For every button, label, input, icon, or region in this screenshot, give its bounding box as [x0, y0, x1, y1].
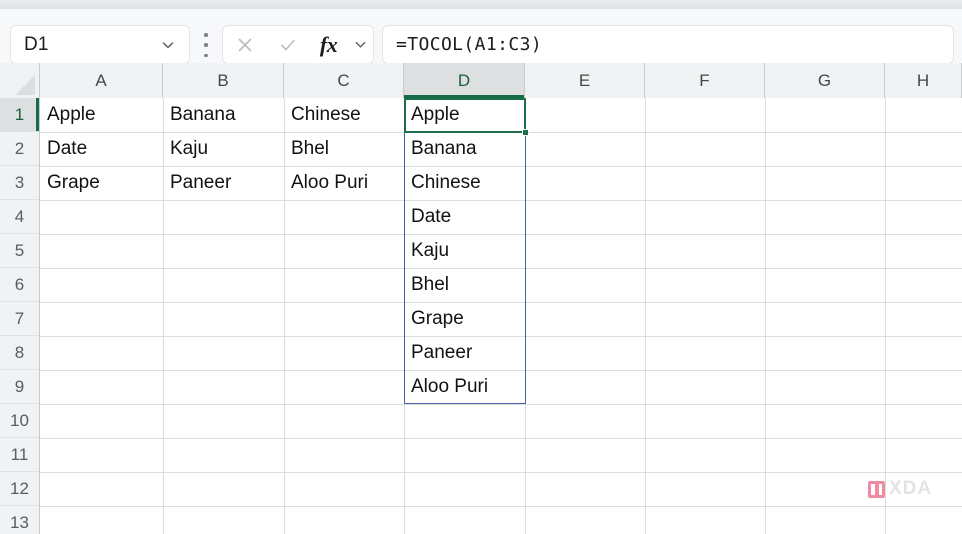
worksheet-grid: ABCDEFGH 1 2 3 4 5 6 7 8 9 10 11 12 13 Apple Banana Ch…: [0, 63, 962, 534]
formula-actions-group: fx: [222, 25, 374, 64]
column-header-e[interactable]: E: [525, 63, 645, 98]
gridline-horizontal: [40, 404, 962, 405]
cell-c3[interactable]: Aloo Puri: [284, 166, 404, 200]
row-header-label: 12: [10, 478, 29, 498]
row-header-label: 3: [14, 172, 25, 192]
cell-a2[interactable]: Date: [40, 132, 163, 166]
cell-b1[interactable]: Banana: [163, 98, 284, 132]
xda-watermark: XDA: [868, 478, 932, 500]
row-header-label: 10: [10, 410, 29, 430]
column-headers: A B C D E F G H: [0, 63, 962, 98]
gridline-vertical: [525, 98, 526, 534]
row-header-label: 7: [14, 308, 25, 328]
formula-input[interactable]: =TOCOL(A1:C3): [382, 25, 954, 64]
kebab-menu-icon[interactable]: [199, 33, 213, 57]
row-header-8[interactable]: 8: [0, 336, 39, 370]
cell-b3[interactable]: Paneer: [163, 166, 284, 200]
column-header-b[interactable]: B: [163, 63, 284, 98]
cancel-x-icon[interactable]: [223, 26, 266, 63]
cell-a3[interactable]: Grape: [40, 166, 163, 200]
gridline-vertical: [885, 98, 886, 534]
column-header-f[interactable]: F: [645, 63, 765, 98]
chevron-down-icon[interactable]: [160, 37, 189, 53]
row-header-label: 2: [14, 138, 25, 158]
cell-area[interactable]: Apple Banana Chinese Date Kaju Bhel Grape Panee…: [40, 98, 962, 534]
name-box[interactable]: D1: [10, 25, 190, 64]
cell-d6[interactable]: Bhel: [404, 268, 525, 302]
column-header-d[interactable]: D: [404, 63, 525, 98]
name-box-value: D1: [24, 33, 49, 55]
row-header-7[interactable]: 7: [0, 302, 39, 336]
formula-bar-region: D1 fx =TOCOL(A1:C3): [0, 9, 962, 64]
column-header-h[interactable]: H: [885, 63, 962, 98]
column-header-label: A: [95, 70, 107, 90]
fx-icon[interactable]: fx: [310, 26, 348, 63]
row-header-label: 1: [14, 104, 25, 124]
cell-d2[interactable]: Banana: [404, 132, 525, 166]
row-header-1[interactable]: 1: [0, 98, 39, 132]
row-header-12[interactable]: 12: [0, 472, 39, 506]
excel-window: D1 fx =TOCOL(A1:C3) A B C D E F G H 1 2 …: [0, 0, 962, 534]
row-header-13[interactable]: 13: [0, 506, 39, 534]
row-header-3[interactable]: 3: [0, 166, 39, 200]
row-header-label: 6: [14, 274, 25, 294]
cell-d1[interactable]: Apple: [404, 98, 525, 132]
row-header-10[interactable]: 10: [0, 404, 39, 438]
row-header-label: 8: [14, 342, 25, 362]
select-all-corner-icon[interactable]: [0, 63, 40, 98]
row-header-5[interactable]: 5: [0, 234, 39, 268]
chevron-down-icon[interactable]: [347, 26, 373, 63]
cell-d3[interactable]: Chinese: [404, 166, 525, 200]
cell-d8[interactable]: Paneer: [404, 336, 525, 370]
gridline-horizontal: [40, 438, 962, 439]
ribbon-bottom-edge: [0, 0, 962, 9]
cell-c1[interactable]: Chinese: [284, 98, 404, 132]
cell-a1[interactable]: Apple: [40, 98, 163, 132]
row-header-9[interactable]: 9: [0, 370, 39, 404]
column-header-label: C: [337, 70, 350, 90]
row-header-11[interactable]: 11: [0, 438, 39, 472]
cell-d7[interactable]: Grape: [404, 302, 525, 336]
row-headers: 1 2 3 4 5 6 7 8 9 10 11 12 13: [0, 98, 40, 534]
xda-logo-icon: [868, 480, 885, 498]
cell-d9[interactable]: Aloo Puri: [404, 370, 525, 404]
column-header-c[interactable]: C: [284, 63, 404, 98]
column-header-label: B: [217, 70, 229, 90]
cell-b2[interactable]: Kaju: [163, 132, 284, 166]
gridline-horizontal: [40, 472, 962, 473]
column-header-label: H: [916, 70, 930, 90]
row-header-label: 9: [14, 376, 25, 396]
fill-handle[interactable]: [522, 129, 529, 136]
column-header-label: E: [578, 70, 591, 90]
column-header-label: D: [457, 70, 471, 90]
row-header-4[interactable]: 4: [0, 200, 39, 234]
xda-watermark-text: XDA: [889, 478, 933, 499]
cell-d5[interactable]: Kaju: [404, 234, 525, 268]
row-header-label: 5: [14, 240, 25, 260]
confirm-check-icon[interactable]: [266, 26, 309, 63]
row-header-label: 11: [10, 444, 29, 464]
column-header-label: F: [699, 70, 710, 90]
gridline-horizontal: [40, 506, 962, 507]
row-header-6[interactable]: 6: [0, 268, 39, 302]
row-header-label: 4: [14, 206, 25, 226]
gridline-vertical: [645, 98, 646, 534]
cell-c2[interactable]: Bhel: [284, 132, 404, 166]
column-header-label: G: [817, 70, 832, 90]
gridline-vertical: [765, 98, 766, 534]
row-header-2[interactable]: 2: [0, 132, 39, 166]
row-header-label: 13: [10, 512, 29, 532]
column-header-a[interactable]: A: [40, 63, 163, 98]
column-header-g[interactable]: G: [765, 63, 885, 98]
cell-d4[interactable]: Date: [404, 200, 525, 234]
